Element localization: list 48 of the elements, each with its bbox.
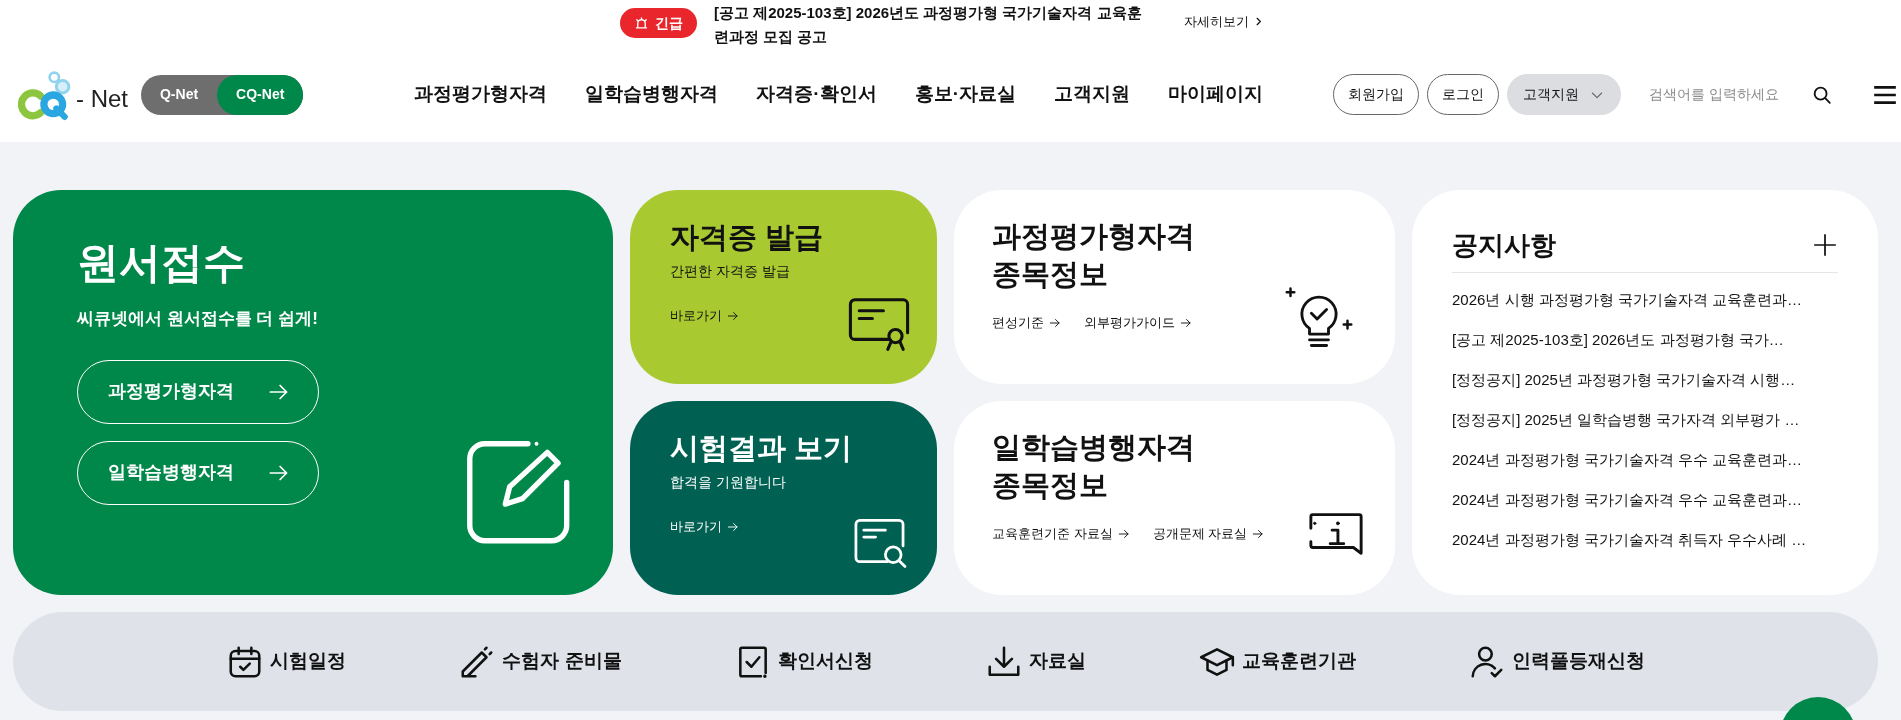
info-link[interactable]: 공개문제 자료실 [1152,524,1266,544]
card-title: 과정평가형자격 종목정보 [992,219,1192,292]
notice-link[interactable]: [정정공지] 2025년 일학습병행 국가자격 외부평가 … [1452,407,1838,433]
notice-link[interactable]: [공고 제2025-103호] 2026년도 과정평가형 국가… [1452,327,1838,353]
nav-item[interactable]: 홍보·자료실 [914,80,1016,109]
plus-icon[interactable] [1812,232,1838,258]
header-button[interactable]: 로그인 [1427,74,1499,115]
info-link[interactable]: 외부평가가이드 [1084,313,1193,333]
nav-item[interactable]: 고객지원 [1054,80,1130,109]
nav-item[interactable]: 일학습병행자격 [585,80,719,109]
go-link[interactable]: 바로가기 [670,516,853,537]
nav-item[interactable]: 자격증·확인서 [756,80,877,109]
nav-item[interactable]: 과정평가형자격 [414,80,548,109]
notice-link[interactable]: [정정공지] 2025년 과정평가형 국가기술자격 시행… [1452,367,1838,393]
alert-text[interactable]: [공고 제2025-103호] 2026년도 과정평가형 국가기술자격 교육훈련과정 모집 공고 [714,1,1154,49]
notice-link[interactable]: 2024년 과정평가형 국가기술자격 취득자 우수사례 … [1452,527,1838,553]
shortcut-card[interactable]: 시험결과 보기 합격을 기원합니다 바로가기 [630,401,937,595]
card-title: 일학습병행자격 종목정보 [992,430,1192,503]
site-tab[interactable]: CQ-Net [217,74,304,115]
go-link[interactable]: 바로가기 [670,305,824,326]
notice-link[interactable]: 2024년 과정평가형 국가기술자격 우수 교육훈련과… [1452,447,1838,473]
notice-title: 공지사항 [1452,228,1556,262]
notice-link[interactable]: 2024년 과정평가형 국가기술자격 우수 교육훈련과… [1452,487,1838,513]
quick-link[interactable]: 자료실 [984,642,1086,681]
more-link[interactable]: 자세히보기 [1184,12,1264,32]
nav-item[interactable]: 마이페이지 [1168,80,1263,109]
shortcut-card[interactable]: 자격증 발급 간편한 자격증 발급 바로가기 [630,190,937,384]
quick-link[interactable]: 교육훈련기관 [1197,642,1356,681]
siren-icon [634,15,649,31]
search-field[interactable]: 검색어를 입력하세요 [1649,84,1799,105]
header-button[interactable]: 회원가입 [1333,74,1419,115]
notice-link[interactable]: 2026년 시행 과정평가형 국가기술자격 교육훈련과… [1452,287,1838,313]
support-dropdown[interactable]: 고객지원 [1507,74,1621,115]
logo-text: - Net [76,83,128,114]
card-subtitle: 씨큐넷에서 원서접수를 더 쉽게! [77,308,319,331]
quick-link[interactable]: 인력풀등재신청 [1467,642,1645,681]
card-title: 원서접수 [77,238,246,288]
site-tab[interactable]: Q-Net [141,74,218,115]
card-subtitle: 합격을 기원합니다 [670,472,787,492]
card-subtitle: 간편한 자격증 발급 [670,261,791,281]
card-title: 자격증 발급 [670,220,824,255]
urgent-badge: 긴급 [620,8,697,38]
info-link[interactable]: 교육훈련기준 자료실 [992,524,1131,544]
card-title: 시험결과 보기 [670,431,853,466]
info-link[interactable]: 편성기준 [992,313,1062,333]
quick-link[interactable]: 확인서신청 [733,642,873,681]
quick-link[interactable]: 시험일정 [226,642,347,681]
quick-link[interactable]: 수험자 준비물 [458,642,622,681]
